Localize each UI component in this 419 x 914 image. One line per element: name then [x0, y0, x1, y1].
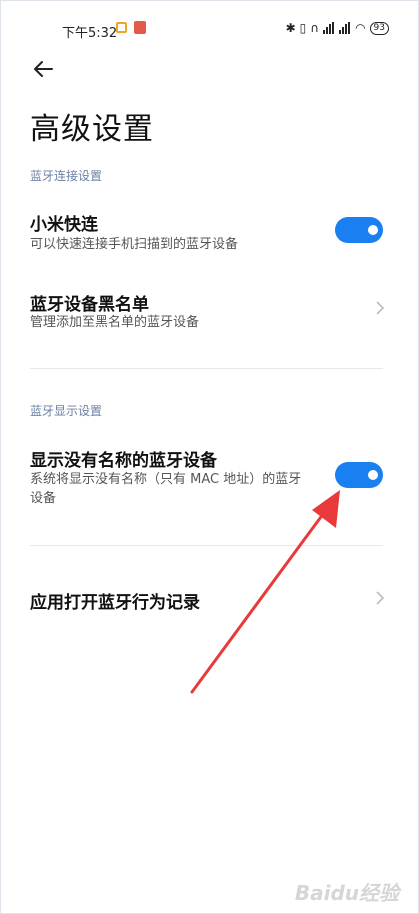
- annotation-arrow: [190, 490, 340, 694]
- watermark: Baidu经验: [294, 881, 399, 905]
